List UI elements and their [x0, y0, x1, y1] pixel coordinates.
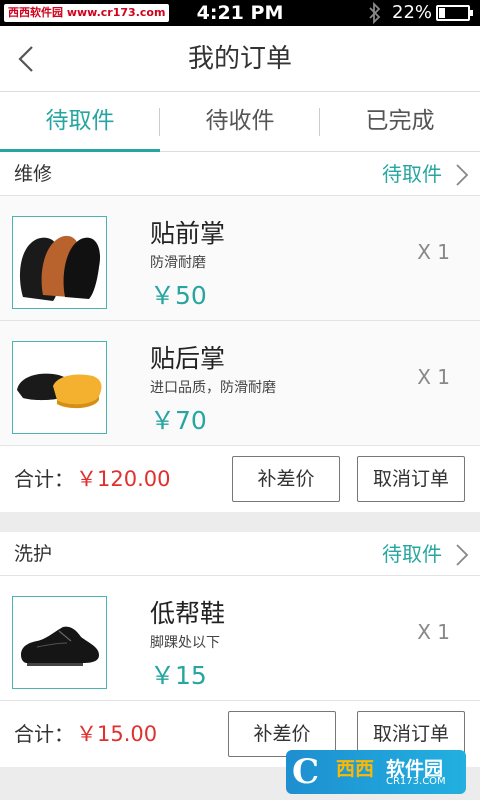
pay-difference-button[interactable]: 补差价: [232, 456, 340, 502]
item-name: 低帮鞋: [150, 599, 226, 628]
item-quantity: X 1: [417, 620, 450, 644]
page-title: 我的订单: [187, 44, 292, 74]
order-tabs: 待取件 待收件 已完成: [0, 92, 480, 152]
leather-shoe-icon: [12, 596, 107, 689]
order-item[interactable]: 低帮鞋 脚踝处以下 ￥15 X 1: [0, 576, 480, 701]
battery-icon: [436, 5, 473, 21]
logo-mark: C: [292, 752, 320, 792]
order-footer: 合计： ￥120.00 补差价 取消订单: [0, 446, 480, 512]
tab-label: 待取件: [45, 108, 115, 134]
chevron-right-icon: [456, 164, 469, 186]
order-status: 待取件: [382, 162, 442, 186]
tab-pending-pickup[interactable]: 待取件: [0, 92, 160, 152]
item-price: ￥70: [150, 406, 207, 435]
battery-percent: 22%: [392, 2, 433, 23]
order-item[interactable]: 贴后掌 进口品质，防滑耐磨 ￥70 X 1: [0, 321, 480, 446]
total-amount: ￥15.00: [76, 722, 158, 746]
cancel-order-button[interactable]: 取消订单: [357, 456, 465, 502]
order-status: 待取件: [382, 542, 442, 566]
site-watermark-logo: C 西西 软件园 CR173.COM: [286, 750, 466, 794]
item-quantity: X 1: [417, 365, 450, 389]
item-description: 进口品质，防滑耐磨: [150, 380, 276, 396]
order-type: 维修: [14, 163, 53, 185]
sole-pads-icon: [12, 216, 107, 309]
total-label: 合计：: [14, 722, 74, 746]
tab-label: 待收件: [205, 108, 275, 134]
item-price: ￥15: [150, 661, 207, 690]
heel-pads-icon: [12, 341, 107, 434]
logo-text-primary: 西西: [336, 758, 375, 780]
tab-label: 已完成: [365, 108, 435, 134]
bluetooth-icon: [368, 1, 382, 29]
order-header[interactable]: 洗护 待取件: [0, 532, 480, 576]
nav-bar: 我的订单: [0, 26, 480, 92]
item-name: 贴后掌: [150, 344, 226, 373]
item-description: 脚踝处以下: [150, 635, 220, 651]
tab-completed[interactable]: 已完成: [320, 92, 480, 151]
item-description: 防滑耐磨: [150, 255, 206, 271]
chevron-right-icon: [456, 544, 469, 566]
total-amount: ￥120.00: [76, 467, 171, 491]
order-type: 洗护: [14, 543, 53, 565]
item-quantity: X 1: [417, 240, 450, 264]
order-card: 维修 待取件 贴前掌 防滑耐磨 ￥50 X 1 贴后掌 进口品质，防滑耐磨 ￥7…: [0, 152, 480, 512]
item-name: 贴前掌: [150, 219, 226, 248]
order-card: 洗护 待取件 低帮鞋 脚踝处以下 ￥15 X 1 合计： ￥15.00 补差价 …: [0, 532, 480, 767]
total-label: 合计：: [14, 467, 74, 491]
item-price: ￥50: [150, 281, 207, 310]
order-item[interactable]: 贴前掌 防滑耐磨 ￥50 X 1: [0, 196, 480, 321]
status-bar: 西西软件园 www.cr173.com 4:21 PM 22%: [0, 0, 480, 26]
logo-domain: CR173.COM: [386, 776, 446, 787]
order-header[interactable]: 维修 待取件: [0, 152, 480, 196]
tab-pending-receipt[interactable]: 待收件: [160, 92, 320, 151]
